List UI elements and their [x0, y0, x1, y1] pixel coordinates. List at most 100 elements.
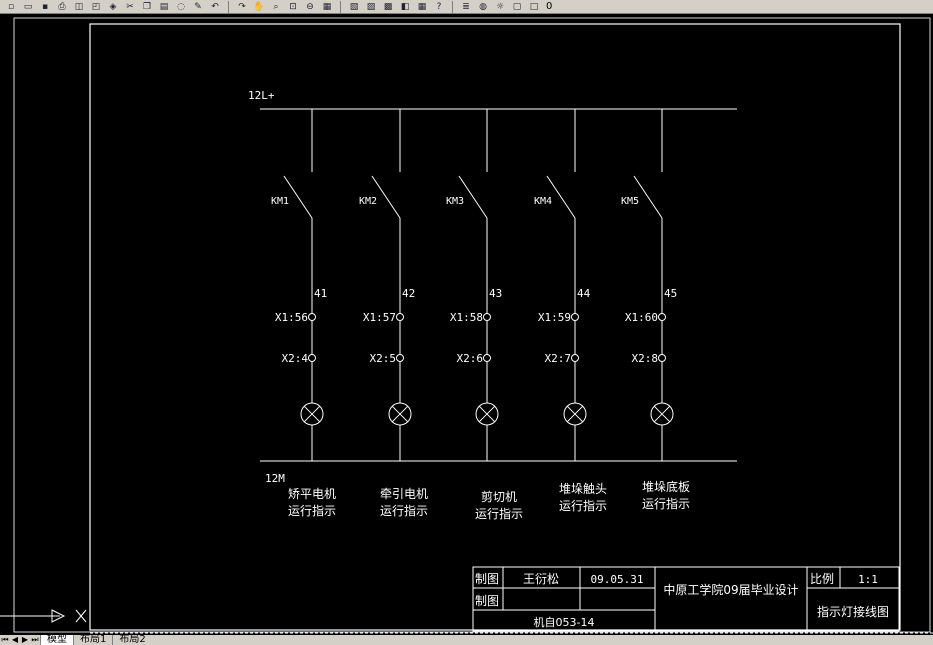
contact-label: KM2	[359, 196, 377, 207]
first-tab-icon[interactable]: ⏮	[0, 635, 10, 645]
checked-by-label: 制图	[475, 594, 499, 608]
circuit-description: 剪切机	[481, 489, 517, 504]
color-icon[interactable]: □	[527, 1, 541, 13]
preview-icon[interactable]: ◫	[72, 1, 86, 13]
terminal-label-1: X1:59	[538, 311, 571, 324]
open-icon[interactable]: ▭	[21, 1, 35, 13]
circuit-branch: KM3 43 X1:58 X2:6 剪切机运行指示	[446, 109, 523, 521]
terminal-node	[396, 313, 404, 321]
bulb-icon[interactable]: ◍	[476, 1, 490, 13]
circuit-branch: KM5 45 X1:60 X2:8 堆垛底板运行指示	[621, 109, 690, 511]
paste-icon[interactable]: ▤	[157, 1, 171, 13]
sheetset-icon[interactable]: ▩	[381, 1, 395, 13]
standard-toolbar: ▫ ▭ ▪ ⎙ ◫ ◰ ◈ ✂ ❐ ▤ ◌ ✎ ↶ ↷ ✋ ⌕ ⊡ ⊖ ▦ ▧ ▨ ▩ ◧ ▦? ≣ ◍ ☼ ▢ □ 0	[0, 0, 933, 14]
layout-tab-1[interactable]: 布局1	[73, 635, 112, 645]
contact-label: KM1	[271, 196, 289, 207]
current-layer-value[interactable]: 0	[546, 1, 552, 12]
cut-icon[interactable]: ✂	[123, 1, 137, 13]
zoom-previous-icon[interactable]: ⊖	[303, 1, 317, 13]
markup-icon[interactable]: ◧	[398, 1, 412, 13]
next-tab-icon[interactable]: ▶	[20, 635, 30, 645]
3d-icon[interactable]: ◈	[106, 1, 120, 13]
prev-tab-icon[interactable]: ◀	[10, 635, 20, 645]
circuit-description: 矫平电机	[288, 486, 336, 501]
circuit-branch: KM2 42 X1:57 X2:5 牵引电机运行指示	[359, 109, 428, 518]
wire-number: 43	[489, 287, 502, 300]
terminal-label-1: X1:60	[625, 311, 658, 324]
circuit-function: 运行指示	[559, 498, 607, 513]
circuit-description: 牵引电机	[380, 487, 428, 501]
terminal-node	[308, 313, 316, 321]
pan-icon[interactable]: ✋	[252, 1, 266, 13]
terminal-label-2: X2:7	[545, 352, 572, 365]
circuit-description: 堆垛触头	[559, 481, 607, 496]
terminal-node	[483, 313, 491, 321]
scale-label: 比例	[810, 572, 834, 586]
bus-top-label: 12L+	[248, 89, 275, 102]
new-icon[interactable]: ▫	[4, 1, 18, 13]
help-icon[interactable]: ?	[432, 1, 446, 13]
circuit-description: 堆垛底板	[642, 479, 690, 494]
bus-bottom-label: 12M	[265, 472, 285, 485]
print-icon[interactable]: ⎙	[55, 1, 69, 13]
contact-label: KM3	[446, 196, 464, 207]
contact-label: KM4	[534, 196, 552, 207]
drawing-date: 09.05.31	[591, 573, 644, 586]
paper-border	[13, 17, 931, 633]
terminal-label-2: X2:8	[632, 352, 659, 365]
circuit-function: 运行指示	[288, 503, 336, 518]
circuit-function: 运行指示	[642, 496, 690, 511]
terminal-node	[308, 354, 316, 362]
copy-icon[interactable]: ❐	[140, 1, 154, 13]
wire-number: 44	[577, 287, 591, 300]
match-icon[interactable]: ◌	[174, 1, 188, 13]
circuit-function: 运行指示	[475, 506, 523, 521]
save-icon[interactable]: ▪	[38, 1, 52, 13]
title-block: 制图 制图 王衍松 09.05.31 中原工学院09届毕业设计 比例 1:1 指…	[472, 566, 900, 632]
wire-number: 41	[314, 287, 327, 300]
drawing-title: 指示灯接线图	[817, 604, 889, 619]
terminal-node	[658, 313, 666, 321]
terminal-label-1: X1:56	[275, 311, 308, 324]
terminal-node	[658, 354, 666, 362]
wire-number: 45	[664, 287, 677, 300]
sun-icon[interactable]: ☼	[493, 1, 507, 13]
publish-icon[interactable]: ◰	[89, 1, 103, 13]
toolbar-separator	[452, 0, 453, 13]
circuit-branch: KM4 44 X1:59 X2:7 堆垛触头运行指示	[534, 109, 607, 513]
toolbar-separator	[228, 0, 229, 13]
layout-tabs: ⏮ ◀ ▶ ⏭ 模型 布局1 布局2	[0, 635, 933, 645]
scale-value: 1:1	[858, 573, 878, 586]
indicator-circuits: KM1 41 X1:56 X2:4 矫平电机运行指示 KM2 42 X1:57 X2:5 牵引电机…	[271, 109, 690, 521]
school-name: 中原工学院09届毕业设计	[663, 582, 798, 597]
last-tab-icon[interactable]: ⏭	[30, 635, 40, 645]
terminal-node	[396, 354, 404, 362]
brush-icon[interactable]: ✎	[191, 1, 205, 13]
drawing-frame	[89, 23, 901, 631]
redo-icon[interactable]: ↷	[235, 1, 249, 13]
terminal-label-2: X2:6	[457, 352, 484, 365]
drawn-by-label: 制图	[475, 572, 499, 586]
zoom-window-icon[interactable]: ⊡	[286, 1, 300, 13]
undo-icon[interactable]: ↶	[208, 1, 222, 13]
layers-icon[interactable]: ≣	[459, 1, 473, 13]
circuit-branch: KM1 41 X1:56 X2:4 矫平电机运行指示	[271, 109, 336, 518]
terminal-label-1: X1:58	[450, 311, 483, 324]
terminal-label-2: X2:4	[282, 352, 309, 365]
toolpalette-icon[interactable]: ▨	[364, 1, 378, 13]
drawn-by-name: 王衍松	[523, 572, 559, 586]
properties-icon[interactable]: ▦	[320, 1, 334, 13]
contact-label: KM5	[621, 196, 639, 207]
calculator-icon[interactable]: ▦	[415, 1, 429, 13]
toolbar-separator	[340, 0, 341, 13]
zoom-realtime-icon[interactable]: ⌕	[269, 1, 283, 13]
designcenter-icon[interactable]: ▧	[347, 1, 361, 13]
wire-number: 42	[402, 287, 415, 300]
terminal-node	[571, 313, 579, 321]
circuit-function: 运行指示	[380, 503, 428, 518]
drawing-canvas[interactable]: 12L+ 12M KM1 41 X1:56 X2:4 矫平电机运行指示 KM2 42 X1:5…	[0, 14, 933, 635]
layout-tab-2[interactable]: 布局2	[112, 635, 151, 645]
lock-icon[interactable]: ▢	[510, 1, 524, 13]
ucs-icon	[0, 609, 87, 623]
layout-tab-0[interactable]: 模型	[40, 635, 73, 645]
